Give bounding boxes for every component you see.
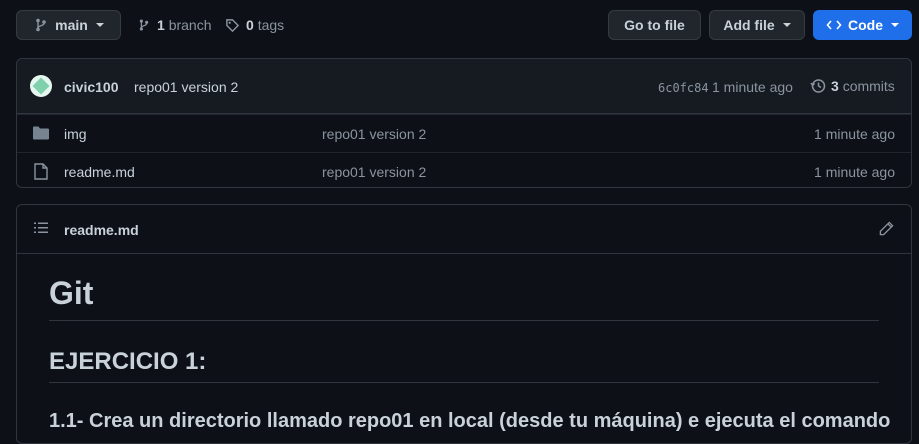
file-time: 1 minute ago bbox=[814, 164, 895, 180]
branch-name: main bbox=[55, 17, 88, 33]
chevron-down-icon bbox=[891, 23, 899, 27]
readme-filename[interactable]: readme.md bbox=[64, 222, 139, 238]
tags-link[interactable]: 0 tags bbox=[225, 17, 284, 33]
divider bbox=[49, 320, 879, 321]
chevron-down-icon bbox=[95, 23, 104, 27]
go-to-file-label: Go to file bbox=[624, 17, 685, 33]
folder-icon bbox=[33, 126, 49, 140]
add-file-button[interactable]: Add file bbox=[709, 10, 805, 40]
latest-commit-bar: civic100 repo01 version 2 6c0fc84 1 minu… bbox=[17, 59, 911, 114]
file-name[interactable]: img bbox=[64, 126, 87, 142]
go-to-file-button[interactable]: Go to file bbox=[608, 10, 701, 40]
branch-select-button[interactable]: main bbox=[16, 10, 121, 40]
code-label: Code bbox=[848, 17, 883, 33]
code-icon bbox=[826, 20, 842, 30]
branches-count: 1 bbox=[157, 17, 165, 33]
add-file-label: Add file bbox=[723, 17, 775, 33]
commits-link[interactable]: 3 commits bbox=[810, 78, 895, 94]
file-commit-message[interactable]: repo01 version 2 bbox=[322, 164, 426, 180]
tag-icon bbox=[226, 18, 240, 32]
commits-count: 3 bbox=[831, 78, 839, 94]
commit-message[interactable]: repo01 version 2 bbox=[134, 79, 238, 95]
readme-heading-1: Git bbox=[49, 275, 94, 311]
pencil-icon[interactable] bbox=[879, 221, 894, 236]
chevron-down-icon bbox=[782, 23, 791, 27]
readme-heading-2: EJERCICIO 1: bbox=[49, 348, 207, 375]
divider bbox=[49, 382, 879, 383]
git-branch-icon bbox=[139, 19, 149, 31]
commit-sha[interactable]: 6c0fc84 bbox=[658, 81, 709, 95]
readme-header: readme.md bbox=[17, 205, 911, 254]
file-icon bbox=[34, 163, 48, 180]
git-branch-icon bbox=[36, 18, 46, 32]
readme-heading-3: 1.1- Crea un directorio llamado repo01 e… bbox=[49, 410, 891, 432]
readme-panel: readme.md Git EJERCICIO 1: 1.1- Crea un … bbox=[16, 204, 912, 444]
file-name[interactable]: readme.md bbox=[64, 164, 135, 180]
branches-link[interactable]: 1 branch bbox=[137, 17, 212, 33]
code-button[interactable]: Code bbox=[813, 10, 912, 40]
file-commit-message[interactable]: repo01 version 2 bbox=[322, 126, 426, 142]
commits-label: commits bbox=[842, 78, 895, 94]
commit-author[interactable]: civic100 bbox=[64, 79, 119, 95]
avatar[interactable] bbox=[30, 75, 52, 97]
commit-time: 1 minute ago bbox=[712, 79, 793, 95]
file-time: 1 minute ago bbox=[814, 126, 895, 142]
history-icon bbox=[810, 79, 826, 93]
branches-label: branch bbox=[168, 17, 212, 33]
tags-count: 0 bbox=[246, 17, 254, 33]
file-browser: civic100 repo01 version 2 6c0fc84 1 minu… bbox=[16, 58, 912, 188]
file-row[interactable]: readme.md repo01 version 2 1 minute ago bbox=[17, 152, 911, 187]
tags-label: tags bbox=[257, 17, 285, 33]
list-icon[interactable] bbox=[34, 222, 48, 234]
file-row[interactable]: img repo01 version 2 1 minute ago bbox=[17, 114, 911, 152]
